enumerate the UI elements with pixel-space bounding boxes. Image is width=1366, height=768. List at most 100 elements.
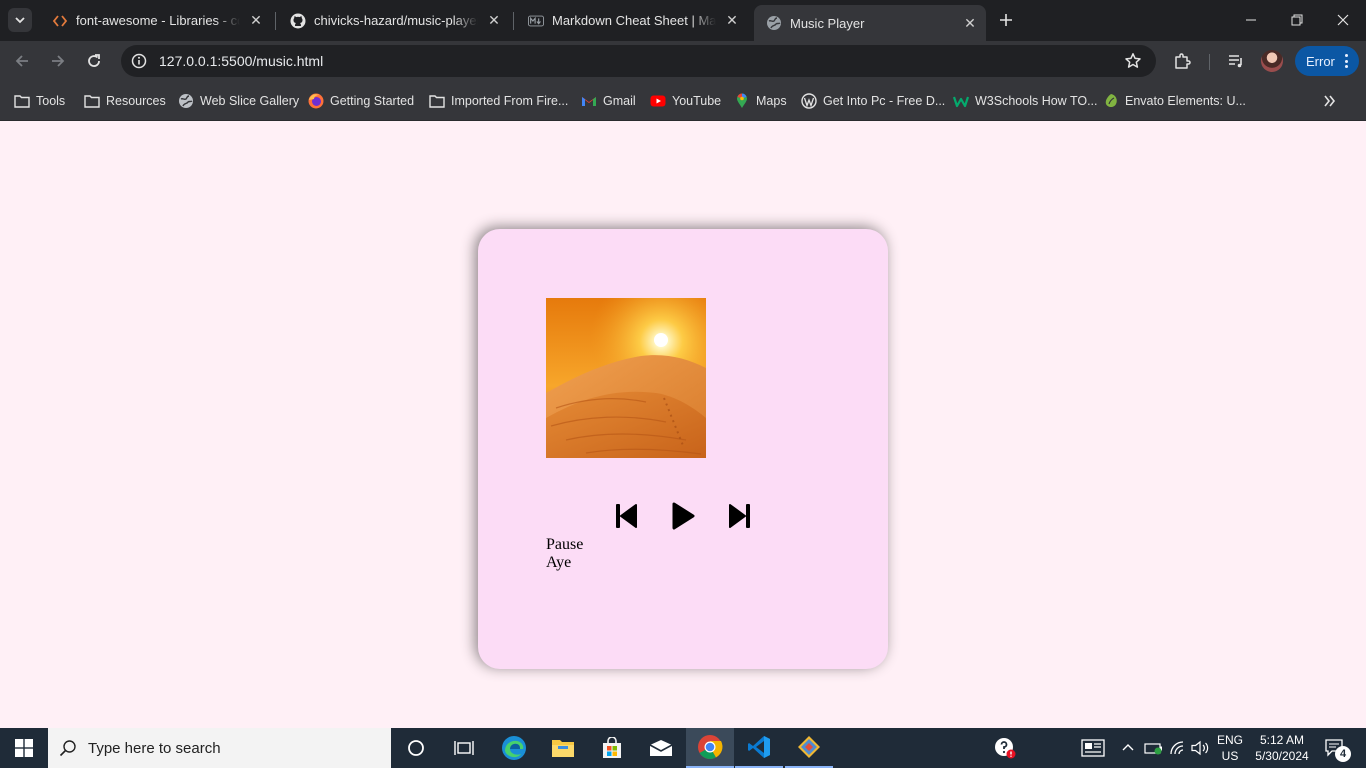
toolbar-divider bbox=[1209, 54, 1210, 70]
tab-search-button[interactable] bbox=[8, 8, 32, 32]
bookmark-web-slice-gallery[interactable]: Web Slice Gallery bbox=[178, 91, 299, 111]
taskbar-vscode[interactable] bbox=[735, 728, 783, 768]
tab-title: Music Player bbox=[790, 15, 865, 31]
cortana-circle-icon bbox=[408, 740, 424, 756]
search-icon bbox=[48, 739, 88, 757]
language-indicator[interactable]: ENG US bbox=[1212, 728, 1248, 768]
close-icon[interactable]: ✕ bbox=[960, 13, 980, 33]
clock[interactable]: 5:12 AM 5/30/2024 bbox=[1250, 728, 1314, 768]
step-backward-icon bbox=[616, 504, 637, 528]
bookmark-label: Gmail bbox=[603, 94, 636, 108]
clock-date: 5/30/2024 bbox=[1255, 749, 1309, 763]
git-diamond-icon bbox=[798, 736, 820, 758]
region-code: US bbox=[1221, 749, 1239, 763]
folder-icon bbox=[552, 740, 574, 757]
bookmarks-overflow-button[interactable] bbox=[1320, 91, 1340, 111]
wifi-icon bbox=[1170, 741, 1184, 755]
bookmark-get-into-pc[interactable]: Get Into Pc - Free D... bbox=[801, 91, 945, 111]
news-widget-button[interactable] bbox=[1078, 728, 1108, 768]
cortana-button[interactable] bbox=[392, 728, 440, 768]
close-icon bbox=[1337, 14, 1349, 26]
taskbar-git-gui[interactable] bbox=[785, 728, 833, 768]
bookmark-youtube[interactable]: YouTube bbox=[650, 91, 721, 111]
url-text[interactable]: 127.0.0.1:5500/music.html bbox=[159, 53, 1118, 69]
tab-music-player[interactable]: Music Player ✕ bbox=[754, 5, 986, 41]
task-view-button[interactable] bbox=[440, 728, 488, 768]
taskbar-search-box[interactable]: Type here to search bbox=[48, 728, 391, 768]
youtube-icon bbox=[650, 93, 666, 109]
bookmark-gmail[interactable]: Gmail bbox=[581, 91, 636, 111]
bookmark-label: YouTube bbox=[672, 94, 722, 108]
markdown-icon bbox=[528, 13, 544, 29]
network-tray-icon[interactable] bbox=[1167, 728, 1189, 768]
help-tray-button[interactable] bbox=[990, 728, 1020, 768]
taskbar-mail[interactable] bbox=[637, 728, 685, 768]
chevron-up-icon bbox=[1122, 744, 1134, 751]
page-viewport: Pause Aye bbox=[0, 121, 1366, 728]
tab-title: chivicks-hazard/music-player: A bbox=[314, 13, 478, 28]
play-button[interactable] bbox=[667, 498, 699, 534]
close-icon[interactable]: ✕ bbox=[484, 11, 504, 31]
error-button[interactable]: Error bbox=[1295, 46, 1359, 76]
tab-github[interactable]: chivicks-hazard/music-player: A ✕ bbox=[278, 4, 510, 37]
envato-icon bbox=[1103, 93, 1119, 109]
close-icon[interactable]: ✕ bbox=[722, 11, 742, 31]
tab-markdown[interactable]: Markdown Cheat Sheet | Markdown ✕ bbox=[516, 4, 748, 37]
taskbar-edge[interactable] bbox=[490, 728, 538, 768]
store-bag-icon bbox=[603, 737, 621, 758]
media-control-button[interactable] bbox=[1224, 49, 1248, 73]
extensions-button[interactable] bbox=[1170, 49, 1194, 73]
minimize-button[interactable] bbox=[1228, 0, 1274, 40]
action-center-button[interactable]: 4 bbox=[1320, 728, 1351, 768]
reload-button[interactable] bbox=[80, 47, 108, 75]
edge-icon bbox=[502, 736, 526, 760]
w3schools-icon bbox=[953, 93, 969, 109]
restore-button[interactable] bbox=[1274, 0, 1320, 40]
start-button[interactable] bbox=[0, 728, 48, 768]
bookmark-w3schools[interactable]: W3Schools How TO... bbox=[953, 91, 1098, 111]
volume-tray-icon[interactable] bbox=[1189, 728, 1211, 768]
taskbar-microsoft-store[interactable] bbox=[588, 728, 636, 768]
bookmark-imported-from-firefox[interactable]: Imported From Fire... bbox=[429, 91, 568, 111]
tab-font-awesome[interactable]: font-awesome - Libraries - cdnjs ✕ bbox=[40, 4, 272, 37]
bookmark-getting-started[interactable]: Getting Started bbox=[308, 91, 414, 111]
tab-separator bbox=[513, 12, 514, 30]
bookmark-tools[interactable]: Tools bbox=[14, 91, 65, 111]
battery-tray-icon[interactable] bbox=[1143, 728, 1165, 768]
windows-taskbar: Type here to search ENG US 5:12 AM 5/30/… bbox=[0, 728, 1366, 768]
reload-icon bbox=[88, 54, 100, 67]
plus-icon bbox=[1000, 14, 1012, 26]
song-artist: Aye bbox=[546, 554, 572, 571]
new-tab-button[interactable] bbox=[994, 8, 1018, 32]
bookmark-star-icon[interactable] bbox=[1118, 52, 1148, 70]
vscode-icon bbox=[748, 736, 770, 758]
language-code: ENG bbox=[1216, 733, 1243, 747]
close-icon[interactable]: ✕ bbox=[246, 11, 266, 31]
taskbar-file-explorer[interactable] bbox=[539, 728, 587, 768]
site-info-icon[interactable] bbox=[123, 53, 155, 69]
bookmark-maps[interactable]: Maps bbox=[734, 91, 787, 111]
tab-strip: font-awesome - Libraries - cdnjs ✕ chivi… bbox=[0, 0, 1366, 41]
profile-avatar[interactable] bbox=[1261, 50, 1283, 72]
bookmark-label: Tools bbox=[36, 94, 66, 108]
step-forward-icon bbox=[729, 504, 750, 528]
task-view-icon bbox=[454, 741, 474, 755]
tab-separator bbox=[275, 12, 276, 30]
error-button-label: Error bbox=[1306, 53, 1335, 69]
arrow-right-icon bbox=[52, 55, 65, 67]
close-window-button[interactable] bbox=[1320, 0, 1366, 40]
next-track-button[interactable] bbox=[724, 498, 756, 534]
bookmark-envato[interactable]: Envato Elements: U... bbox=[1103, 91, 1246, 111]
album-cover-image bbox=[546, 298, 706, 458]
chevron-down-icon bbox=[15, 17, 25, 24]
back-button[interactable] bbox=[8, 47, 36, 75]
bookmarks-bar: Tools Resources Web Slice Gallery Gettin… bbox=[0, 81, 1366, 121]
show-hidden-icons-button[interactable] bbox=[1118, 728, 1138, 768]
forward-button[interactable] bbox=[44, 47, 72, 75]
globe-icon bbox=[178, 93, 194, 109]
previous-track-button[interactable] bbox=[610, 498, 642, 534]
taskbar-chrome[interactable] bbox=[686, 728, 734, 768]
bookmark-resources[interactable]: Resources bbox=[84, 91, 166, 111]
address-bar[interactable]: 127.0.0.1:5500/music.html bbox=[121, 45, 1156, 77]
tab-title: Markdown Cheat Sheet | Markdown bbox=[552, 13, 716, 28]
